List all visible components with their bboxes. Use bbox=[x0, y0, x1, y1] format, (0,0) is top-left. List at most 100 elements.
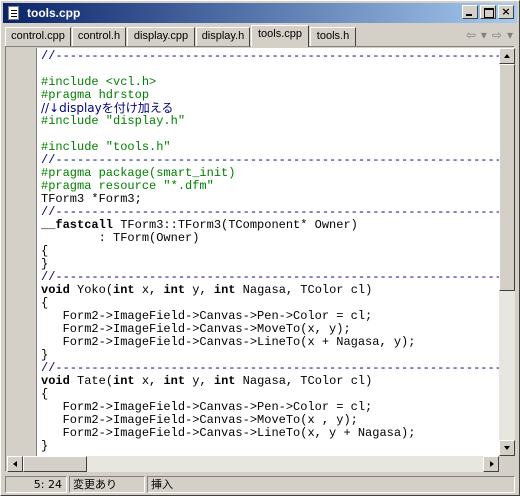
code-line[interactable]: } bbox=[41, 440, 499, 453]
code-token: Tate( bbox=[69, 375, 114, 388]
code-token: int bbox=[113, 284, 135, 297]
back-dropdown-icon[interactable]: ▾ bbox=[481, 28, 487, 42]
back-arrow-icon[interactable]: ⇦ bbox=[466, 28, 476, 42]
code-line[interactable]: Form2->ImageField->Canvas->LineTo(x + Na… bbox=[41, 336, 499, 349]
code-line[interactable]: Form2->ImageField->Canvas->Pen->Color = … bbox=[41, 310, 499, 323]
code-line[interactable]: { bbox=[41, 245, 499, 258]
code-line[interactable]: void Tate(int x, int y, int Nagasa, TCol… bbox=[41, 375, 499, 388]
code-token: //--------------------------------------… bbox=[41, 50, 499, 63]
code-line[interactable]: ​ bbox=[41, 128, 499, 141]
horizontal-scrollbar[interactable] bbox=[7, 456, 499, 472]
code-line[interactable]: #pragma package(smart_init) bbox=[41, 167, 499, 180]
document-icon bbox=[6, 5, 22, 21]
code-token: Form2->ImageField->Canvas->MoveTo(x , y)… bbox=[41, 414, 358, 427]
code-token: x, bbox=[134, 375, 164, 388]
code-token: { bbox=[41, 245, 49, 258]
code-token: #pragma package(smart_init) bbox=[41, 167, 236, 180]
code-token: } bbox=[41, 349, 49, 362]
code-token: { bbox=[41, 388, 49, 401]
forward-dropdown-icon[interactable]: ▾ bbox=[507, 28, 513, 42]
tab-display-h[interactable]: display.h bbox=[196, 27, 250, 46]
code-line[interactable]: //--------------------------------------… bbox=[41, 154, 499, 167]
code-token: #include "display.h" bbox=[41, 115, 186, 128]
code-line[interactable]: void Yoko(int x, int y, int Nagasa, TCol… bbox=[41, 284, 499, 297]
tab-navigation: ⇦ ▾ ⇨ ▾ bbox=[461, 28, 513, 42]
forward-arrow-icon[interactable]: ⇨ bbox=[492, 28, 502, 42]
code-token: { bbox=[41, 297, 49, 310]
code-line[interactable]: #include "display.h" bbox=[41, 115, 499, 128]
code-token: //--------------------------------------… bbox=[41, 362, 499, 375]
code-line[interactable]: { bbox=[41, 297, 499, 310]
code-token: Yoko( bbox=[69, 284, 114, 297]
vertical-scrollbar[interactable] bbox=[499, 48, 515, 456]
cursor-position: 5: 24 bbox=[5, 476, 67, 493]
code-token: x, bbox=[134, 284, 164, 297]
close-button[interactable]: × bbox=[498, 5, 514, 19]
tab-control-h[interactable]: control.h bbox=[72, 27, 126, 46]
code-token: } bbox=[41, 440, 49, 453]
title-bar[interactable]: tools.cpp × bbox=[3, 3, 517, 23]
tab-display-cpp[interactable]: display.cpp bbox=[127, 27, 195, 46]
tab-control-cpp[interactable]: control.cpp bbox=[5, 27, 71, 46]
code-token: int bbox=[213, 375, 236, 388]
arrow-left-icon bbox=[13, 461, 17, 467]
scroll-up-button[interactable] bbox=[499, 48, 515, 64]
code-line[interactable]: //↓displayを付け加える bbox=[41, 102, 499, 115]
code-line[interactable]: } bbox=[41, 349, 499, 362]
code-token: Form2->ImageField->Canvas->Pen->Color = … bbox=[41, 310, 373, 323]
code-line[interactable]: } bbox=[41, 258, 499, 271]
editor-gutter[interactable] bbox=[7, 48, 37, 456]
code-line[interactable]: : TForm(Owner) bbox=[41, 232, 499, 245]
arrow-up-icon bbox=[504, 54, 510, 58]
scroll-left-button[interactable] bbox=[7, 456, 23, 472]
scroll-right-button[interactable] bbox=[483, 456, 499, 472]
code-token: int bbox=[163, 375, 186, 388]
code-token: Form2->ImageField->Canvas->Pen->Color = … bbox=[41, 401, 373, 414]
code-line[interactable]: //--------------------------------------… bbox=[41, 362, 499, 375]
scroll-down-button[interactable] bbox=[499, 440, 515, 456]
code-line[interactable]: //--------------------------------------… bbox=[41, 206, 499, 219]
code-token: Form2->ImageField->Canvas->MoveTo(x, y); bbox=[41, 323, 351, 336]
scrollbar-corner bbox=[499, 456, 515, 472]
code-area[interactable]: //--------------------------------------… bbox=[41, 50, 499, 453]
code-token: //--------------------------------------… bbox=[41, 206, 499, 219]
minimize-button[interactable] bbox=[462, 5, 478, 19]
code-line[interactable]: Form2->ImageField->Canvas->MoveTo(x , y)… bbox=[41, 414, 499, 427]
maximize-button[interactable] bbox=[480, 5, 496, 19]
tab-tools-cpp[interactable]: tools.cpp bbox=[251, 25, 309, 47]
code-token: #include <vcl.h> bbox=[41, 76, 157, 89]
code-line[interactable]: #include "tools.h" bbox=[41, 141, 499, 154]
code-token: int bbox=[213, 284, 236, 297]
arrow-right-icon bbox=[490, 461, 494, 467]
code-editor[interactable]: //--------------------------------------… bbox=[7, 48, 499, 456]
code-token: __fastcall bbox=[41, 219, 114, 232]
tab-tools-h[interactable]: tools.h bbox=[310, 27, 356, 46]
code-line[interactable]: Form2->ImageField->Canvas->Pen->Color = … bbox=[41, 401, 499, 414]
status-bar: 5: 24 変更あり 挿入 bbox=[3, 475, 517, 494]
code-line[interactable]: TForm3 *Form3; bbox=[41, 193, 499, 206]
code-token: Form2->ImageField->Canvas->LineTo(x, y +… bbox=[41, 427, 416, 440]
window-title: tools.cpp bbox=[27, 6, 81, 20]
vertical-scroll-thumb[interactable] bbox=[499, 64, 515, 291]
code-token: } bbox=[41, 258, 49, 271]
code-line[interactable]: Form2->ImageField->Canvas->LineTo(x, y +… bbox=[41, 427, 499, 440]
code-token: y, bbox=[185, 284, 214, 297]
code-line[interactable]: __fastcall TForm3::TForm3(TComponent* Ow… bbox=[41, 219, 499, 232]
code-line[interactable]: Form2->ImageField->Canvas->MoveTo(x, y); bbox=[41, 323, 499, 336]
code-token: void bbox=[41, 375, 70, 388]
code-line[interactable]: { bbox=[41, 388, 499, 401]
code-token: //--------------------------------------… bbox=[41, 154, 499, 167]
code-line[interactable]: //--------------------------------------… bbox=[41, 271, 499, 284]
code-token: //↓displayを付け加える bbox=[41, 102, 174, 115]
code-line[interactable]: #pragma hdrstop bbox=[41, 89, 499, 102]
editor-frame: //--------------------------------------… bbox=[5, 46, 515, 472]
code-token: #include "tools.h" bbox=[41, 141, 171, 154]
code-line[interactable]: #pragma resource "*.dfm" bbox=[41, 180, 499, 193]
code-line[interactable]: #include <vcl.h> bbox=[41, 76, 499, 89]
horizontal-scroll-thumb[interactable] bbox=[23, 456, 87, 472]
code-line[interactable]: //--------------------------------------… bbox=[41, 50, 499, 63]
code-line[interactable]: ​ bbox=[41, 63, 499, 76]
arrow-down-icon bbox=[504, 446, 510, 450]
file-tab-bar: control.cpp control.h display.cpp displa… bbox=[3, 25, 517, 47]
code-token: #pragma resource "*.dfm" bbox=[41, 180, 214, 193]
